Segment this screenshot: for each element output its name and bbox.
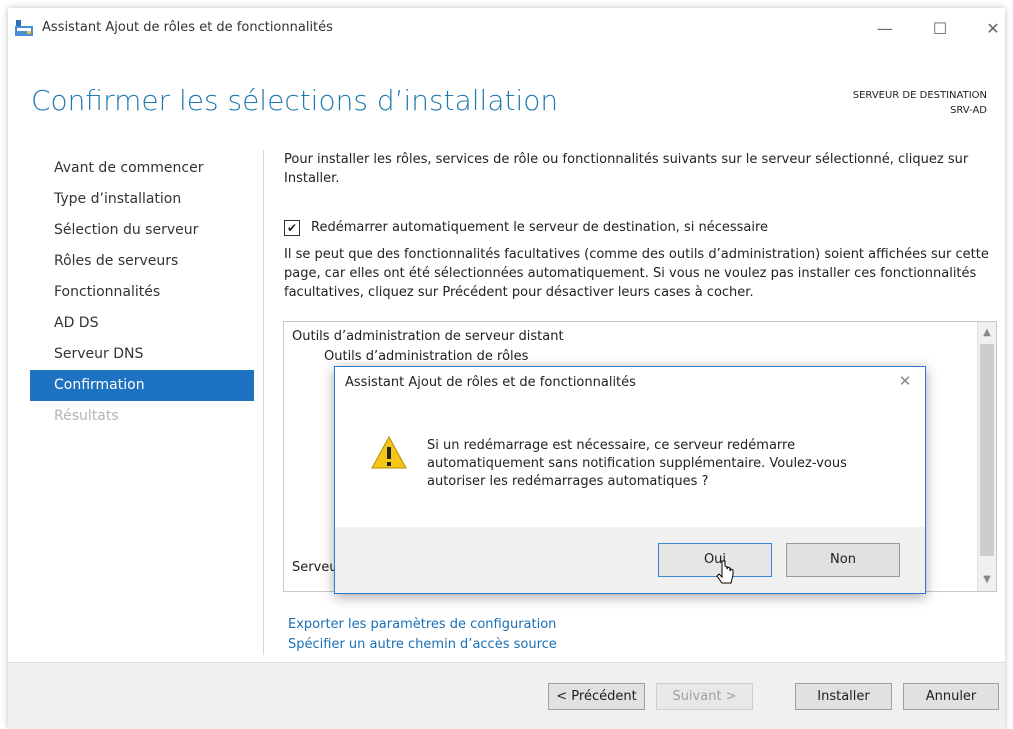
- scroll-up-arrow-icon[interactable]: ▲: [978, 324, 996, 342]
- list-item: Outils d’administration de rôles: [324, 349, 529, 364]
- destination-server-name: SRV-AD: [950, 105, 987, 116]
- no-button[interactable]: Non: [786, 543, 900, 577]
- nav-item-ad-ds[interactable]: AD DS: [30, 308, 254, 339]
- nav-item-before-you-begin[interactable]: Avant de commencer: [30, 153, 254, 184]
- nav-item-results: Résultats: [54, 408, 119, 424]
- window-title: Assistant Ajout de rôles et de fonctionn…: [42, 20, 333, 35]
- alternate-source-link[interactable]: Spécifier un autre chemin d’accès source: [288, 635, 557, 655]
- close-button[interactable]: ✕: [978, 14, 1008, 44]
- links-area: Exporter les paramètres de configuration…: [288, 615, 557, 655]
- warning-icon: [371, 435, 407, 469]
- export-settings-link[interactable]: Exporter les paramètres de configuration: [288, 615, 557, 635]
- destination-server-info: SERVEUR DE DESTINATION SRV-AD: [853, 88, 987, 118]
- cancel-button[interactable]: Annuler: [903, 683, 999, 710]
- footer-bar: < Précédent Suivant > Installer Annuler: [8, 662, 1005, 729]
- restart-checkbox-label[interactable]: Redémarrer automatiquement le serveur de…: [311, 218, 768, 237]
- nav-item-confirmation[interactable]: Confirmation: [30, 370, 254, 401]
- previous-button[interactable]: < Précédent: [548, 683, 645, 710]
- yes-button[interactable]: Oui: [658, 543, 772, 577]
- restart-confirm-dialog: Assistant Ajout de rôles et de fonctionn…: [334, 366, 926, 594]
- dialog-button-bar: Oui Non: [335, 527, 925, 593]
- maximize-button[interactable]: ☐: [925, 14, 955, 44]
- install-button[interactable]: Installer: [795, 683, 892, 710]
- nav-item-dns-server[interactable]: Serveur DNS: [30, 339, 254, 370]
- list-scrollbar[interactable]: ▲ ▼: [977, 322, 996, 591]
- intro-text: Pour installer les rôles, services de rô…: [284, 152, 969, 186]
- dialog-title: Assistant Ajout de rôles et de fonctionn…: [345, 375, 636, 390]
- title-bar[interactable]: Assistant Ajout de rôles et de fonctionn…: [8, 8, 1005, 48]
- dialog-close-icon[interactable]: ✕: [895, 371, 915, 391]
- wizard-nav: Avant de commencer Type d’installation S…: [30, 153, 254, 432]
- server-manager-icon: [15, 20, 33, 36]
- list-item: Serveu: [292, 560, 338, 575]
- nav-item-features[interactable]: Fonctionnalités: [30, 277, 254, 308]
- nav-item-installation-type[interactable]: Type d’installation: [30, 184, 254, 215]
- nav-item-server-selection[interactable]: Sélection du serveur: [30, 215, 254, 246]
- next-button: Suivant >: [656, 683, 753, 710]
- nav-item-server-roles[interactable]: Rôles de serveurs: [30, 246, 254, 277]
- nav-divider: [263, 150, 264, 655]
- restart-checkbox[interactable]: ✔: [284, 219, 300, 236]
- dialog-message: Si un redémarrage est nécessaire, ce ser…: [427, 438, 847, 489]
- scroll-thumb[interactable]: [980, 344, 994, 556]
- page-title: Confirmer les sélections d’installation: [31, 84, 559, 117]
- optional-features-note: Il se peut que des fonctionnalités facul…: [284, 247, 989, 300]
- minimize-button[interactable]: —: [870, 14, 900, 44]
- destination-label: SERVEUR DE DESTINATION: [852, 90, 987, 101]
- mouse-pointer-icon: [716, 560, 734, 584]
- restart-checkbox-row[interactable]: ✔ Redémarrer automatiquement le serveur …: [284, 218, 768, 237]
- scroll-down-arrow-icon[interactable]: ▼: [978, 571, 996, 589]
- list-item: Outils d’administration de serveur dista…: [292, 329, 564, 344]
